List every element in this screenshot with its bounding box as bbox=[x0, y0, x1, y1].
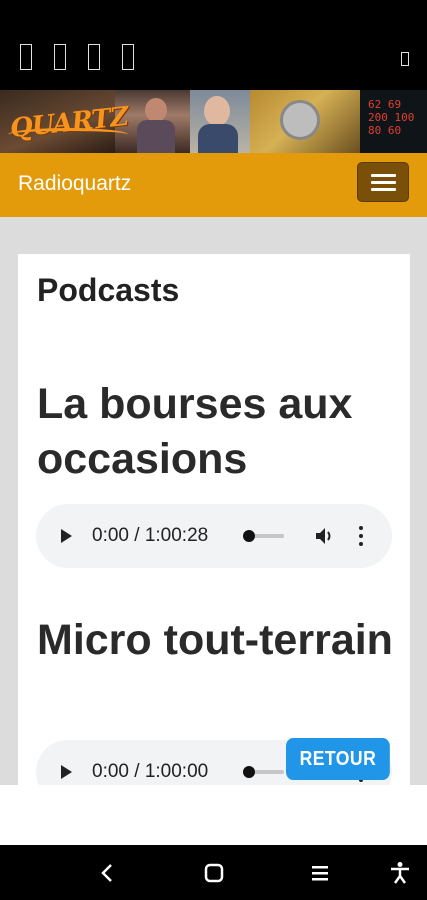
banner-photo-4 bbox=[250, 90, 360, 153]
podcast-title: La bourses aux occasions bbox=[37, 380, 353, 483]
retour-button[interactable]: RETOUR bbox=[286, 738, 390, 780]
status-bar bbox=[0, 0, 427, 90]
logo-swoosh bbox=[8, 128, 128, 141]
audio-player[interactable]: 0:00 / 1:00:28 bbox=[36, 504, 392, 568]
status-icon-2 bbox=[54, 44, 66, 70]
system-nav-bar bbox=[0, 845, 427, 900]
banner-photo-3 bbox=[190, 90, 250, 153]
banner-photo-5: 62 69 200 100 80 60 bbox=[360, 90, 427, 153]
status-icon-1 bbox=[20, 44, 32, 70]
hamburger-icon-bar bbox=[371, 188, 396, 191]
back-icon[interactable] bbox=[96, 861, 120, 885]
hamburger-icon-bar bbox=[371, 181, 396, 184]
accessibility-icon[interactable] bbox=[388, 861, 412, 885]
recents-icon[interactable] bbox=[308, 861, 332, 885]
hamburger-icon bbox=[371, 174, 396, 177]
podcast-title: Micro tout-terrain bbox=[37, 616, 393, 664]
audio-time: 0:00 / 1:00:00 bbox=[92, 761, 209, 782]
battery-icon bbox=[401, 52, 409, 66]
seek-knob[interactable] bbox=[243, 530, 255, 542]
site-banner: 62 69 200 100 80 60 QUARTZ bbox=[0, 90, 427, 153]
site-brand-link[interactable]: Radioquartz bbox=[18, 172, 131, 196]
page-title: Podcasts bbox=[37, 272, 180, 308]
audio-time: 0:00 / 1:00:28 bbox=[92, 525, 209, 546]
content-card: Podcasts La bourses aux occasions 0:00 /… bbox=[18, 254, 410, 785]
more-options-icon[interactable] bbox=[359, 526, 363, 546]
seek-knob[interactable] bbox=[243, 766, 255, 778]
status-icon-3 bbox=[88, 44, 100, 70]
status-icon-4 bbox=[122, 44, 134, 70]
volume-icon[interactable] bbox=[315, 527, 335, 545]
home-icon[interactable] bbox=[202, 861, 226, 885]
page-content: Podcasts La bourses aux occasions 0:00 /… bbox=[0, 217, 427, 785]
menu-toggle-button[interactable] bbox=[357, 162, 409, 202]
play-icon[interactable] bbox=[61, 765, 72, 779]
play-icon[interactable] bbox=[61, 529, 72, 543]
